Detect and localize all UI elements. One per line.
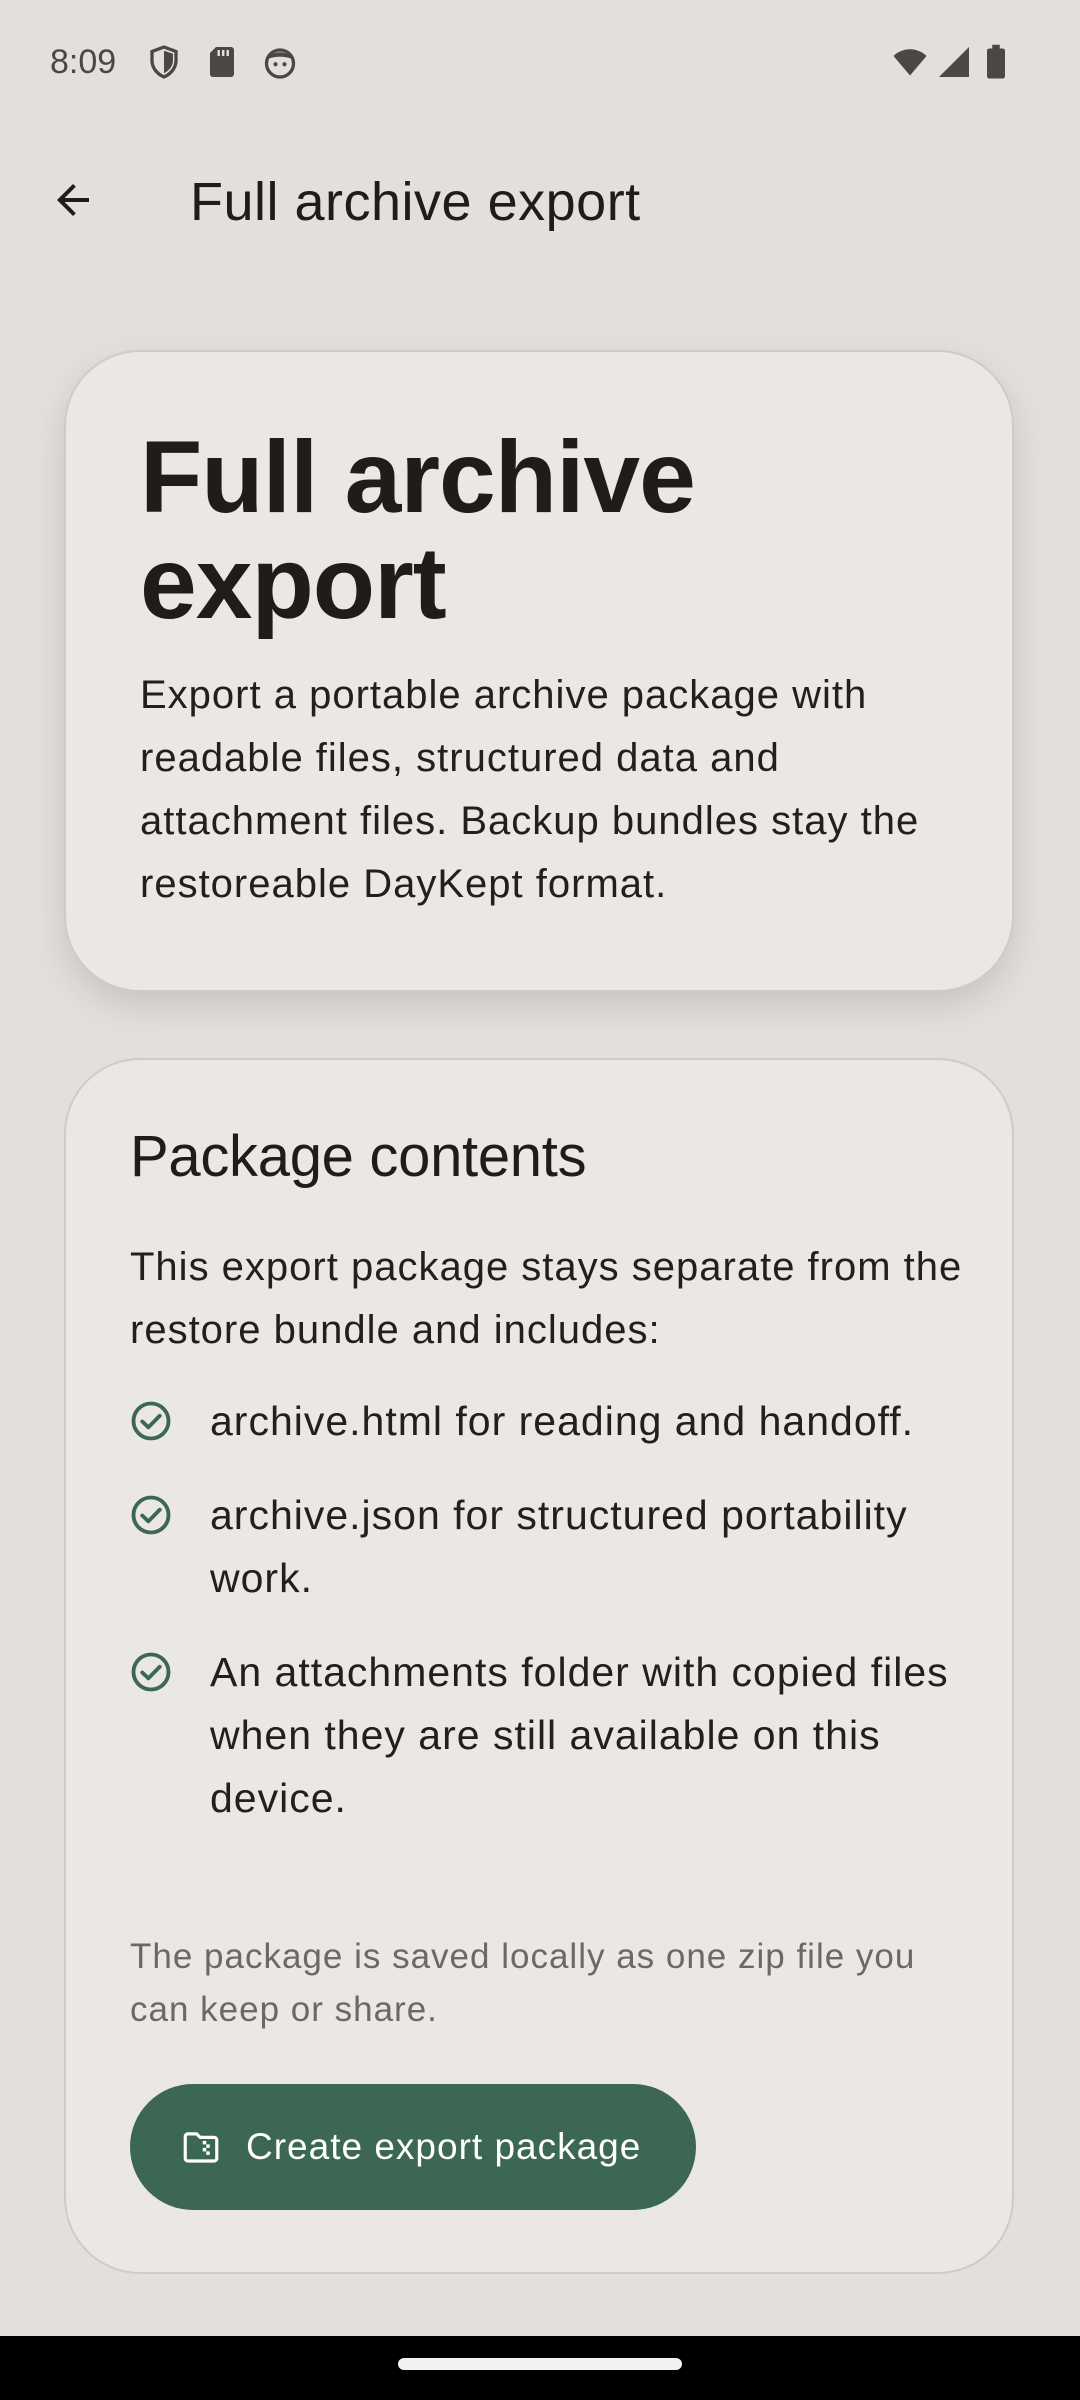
list-item: archive.json for structured portability … [130,1484,970,1610]
home-indicator[interactable] [398,2358,682,2370]
app-bar-title: Full archive export [190,172,641,232]
list-item-text: An attachments folder with copied files … [210,1649,949,1821]
status-time: 8:09 [50,43,117,81]
top-app-bar: Full archive export [0,150,1080,254]
hero-card: Full archive export Export a portable ar… [64,350,1014,992]
arrow-left-icon [49,176,97,228]
face-icon [262,44,298,80]
status-bar: 8:09 [0,0,1080,130]
check-circle-icon [130,1400,172,1442]
battery-icon [982,44,1010,80]
list-item: archive.html for reading and handoff. [130,1390,970,1453]
shield-icon [146,44,182,80]
navigation-bar [0,2336,1080,2400]
wifi-icon [890,44,930,80]
folder-zip-icon [180,2126,222,2168]
footnote: The package is saved locally as one zip … [130,1937,916,2029]
list-item: An attachments folder with copied files … [130,1641,970,1830]
check-circle-icon [130,1494,172,1536]
list-item-text: archive.json for structured portability … [210,1492,908,1601]
check-circle-icon [130,1651,172,1693]
hero-description: Export a portable archive package with r… [140,673,920,906]
back-button[interactable] [30,168,116,236]
sd-card-icon [204,44,240,80]
include-list: archive.html for reading and handoff. ar… [130,1390,970,1861]
list-item-text: archive.html for reading and handoff. [210,1398,915,1444]
hero-title: Full archive export [140,420,696,640]
signal-icon [936,44,972,80]
package-contents-title: Package contents [130,1124,587,1189]
package-contents-card: Package contents This export package sta… [64,1058,1014,2274]
package-contents-intro: This export package stays separate from … [130,1245,963,1352]
create-export-package-label: Create export package [246,2126,642,2167]
create-export-package-button[interactable]: Create export package [130,2084,696,2210]
